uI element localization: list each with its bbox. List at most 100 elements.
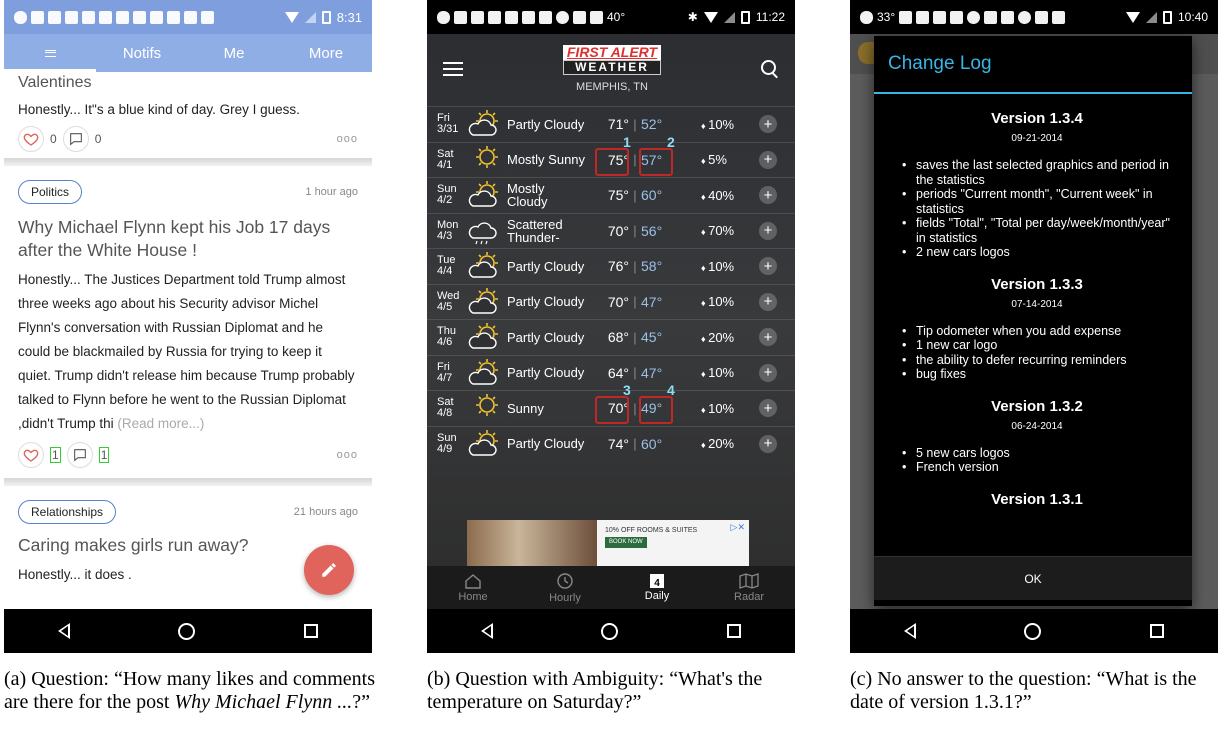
like-button[interactable] xyxy=(18,126,44,152)
post-title[interactable]: Caring makes girls run away? xyxy=(18,534,358,557)
category-tag[interactable]: Relationships xyxy=(18,500,117,524)
forecast-day: Sat 4/1 xyxy=(427,148,463,171)
comment-button[interactable] xyxy=(62,126,89,152)
home-circle-icon[interactable] xyxy=(1024,622,1042,640)
forecast-row[interactable]: Thu 4/6 Partly Cloudy 68° | 45° ♦ 20% + xyxy=(427,319,795,355)
expand-plus-icon[interactable]: + xyxy=(759,363,777,382)
forecast-precip: ♦ 10% xyxy=(681,259,741,274)
tab-me[interactable]: Me xyxy=(188,45,280,62)
forecast-icon-cell xyxy=(463,287,507,317)
post-title[interactable]: Valentines xyxy=(18,74,358,92)
forecast-row[interactable]: Sun 4/9 Partly Cloudy 74° | 60° ♦ 20% + xyxy=(427,425,795,462)
highlight-number: 2 xyxy=(667,133,675,150)
category-tag[interactable]: Politics xyxy=(18,180,83,204)
expand-plus-icon[interactable]: + xyxy=(759,257,777,276)
forecast-row[interactable]: Wed 4/5 Partly Cloudy 70° | 47° ♦ 10% + xyxy=(427,283,795,320)
calendar-icon: 4 xyxy=(650,573,664,589)
tab-hourly[interactable]: Hourly xyxy=(519,566,611,609)
status-time: 11:22 xyxy=(755,10,785,24)
home-circle-icon[interactable] xyxy=(178,622,196,640)
back-icon[interactable] xyxy=(58,623,71,639)
ad-banner[interactable]: 10% OFF ROOMS & SUITES BOOK NOW ▷✕ xyxy=(467,520,749,566)
partly-cloudy-icon xyxy=(468,323,498,349)
version-heading: Version 1.3.1 xyxy=(991,490,1083,508)
ok-button[interactable]: OK xyxy=(874,556,1192,600)
ad-book-button[interactable]: BOOK NOW xyxy=(605,537,647,548)
expand-plus-icon[interactable]: + xyxy=(759,150,777,169)
changelog-content[interactable]: Version 1.3.4 09-21-2014 saves the last se… xyxy=(874,94,1192,556)
forecast-row[interactable]: Sun 4/2 Mostly Cloudy 75° | 60° ♦ 40% + xyxy=(427,177,795,213)
forecast-day: Sun 4/9 xyxy=(427,432,463,455)
forecast-row[interactable]: Fri 3/31 Partly Cloudy 71° | 52° ♦ 10% + xyxy=(427,106,795,142)
like-count: 1 xyxy=(50,447,61,463)
like-button[interactable] xyxy=(18,442,44,468)
expand-plus-icon[interactable]: + xyxy=(759,115,777,134)
storm-icon xyxy=(468,222,497,244)
home-circle-icon[interactable] xyxy=(601,622,619,640)
expand-plus-icon[interactable]: + xyxy=(759,328,777,347)
forecast-row[interactable]: Sat 4/1 Mostly Sunny 75° | 57° ♦ 5% +1 2 xyxy=(427,134,795,178)
forecast-condition: Partly Cloudy xyxy=(507,258,585,274)
status-time: 10:40 xyxy=(1177,10,1208,24)
home-icon xyxy=(465,573,481,589)
forecast-day: Tue 4/4 xyxy=(427,255,463,277)
read-more-link[interactable]: (Read more...) xyxy=(117,416,204,431)
more-options-icon[interactable]: ooo xyxy=(337,133,358,145)
tab-home[interactable]: Home xyxy=(427,566,519,609)
tab-notifs[interactable]: Notifs xyxy=(96,45,188,62)
forecast-row[interactable]: Fri 4/7 Partly Cloudy 64° | 47° ♦ 10% + xyxy=(427,354,795,391)
forecast-row[interactable]: Sat 4/8 Sunny 70° | 49° ♦ 10% +3 4 xyxy=(427,382,795,426)
expand-plus-icon[interactable]: + xyxy=(759,292,777,311)
forecast-condition: Sunny xyxy=(507,400,544,416)
post-card[interactable]: Politics 1 hour ago Why Michael Flynn ke… xyxy=(4,178,372,472)
forecast-row[interactable]: Mon 4/3 Scattered Thunder- 70° | 56° ♦ 70% + xyxy=(427,212,795,249)
post-body: Honestly... The Justices Department told… xyxy=(18,268,358,436)
back-icon[interactable] xyxy=(904,623,917,639)
changelog-dialog: Change Log Version 1.3.4 09-21-2014 saves … xyxy=(874,36,1192,606)
hamburger-menu-icon[interactable] xyxy=(443,62,463,76)
post-title[interactable]: Why Michael Flynn kept his Job 17 days a… xyxy=(18,216,358,262)
recents-icon[interactable] xyxy=(303,624,318,638)
status-bar: 8:31 xyxy=(4,0,372,34)
tab-daily[interactable]: 4 Daily xyxy=(611,566,703,609)
expand-plus-icon[interactable]: + xyxy=(759,434,777,453)
comment-button[interactable] xyxy=(66,442,93,468)
tab-radar[interactable]: Radar xyxy=(703,566,795,609)
forecast-row[interactable]: Tue 4/4 Partly Cloudy 76° | 58° ♦ 10% + xyxy=(427,248,795,284)
menu-tab[interactable] xyxy=(4,49,96,57)
partly-cloudy-icon xyxy=(468,181,498,207)
expand-plus-icon[interactable]: + xyxy=(759,221,777,240)
more-options-icon[interactable]: ooo xyxy=(337,449,358,461)
tab-more[interactable]: More xyxy=(280,45,372,62)
expand-plus-icon[interactable]: + xyxy=(759,399,777,418)
forecast-high: 64° xyxy=(607,364,629,381)
recents-icon[interactable] xyxy=(726,624,741,638)
expand-plus-icon[interactable]: + xyxy=(759,186,777,205)
search-icon[interactable] xyxy=(760,60,779,78)
highlight-number: 4 xyxy=(667,382,675,398)
logo-weather: WEATHER xyxy=(562,60,662,75)
city-label[interactable]: MEMPHIS, TN xyxy=(563,81,661,93)
recents-icon[interactable] xyxy=(1149,624,1164,638)
highlight-box-low: 4 xyxy=(639,382,675,424)
change-item: 5 new cars logos xyxy=(902,446,1172,461)
bluetooth-icon: ✱ xyxy=(687,10,698,24)
change-item: periods "Current month", "Current week" … xyxy=(902,187,1172,216)
precip-value: 10% xyxy=(708,365,735,381)
back-icon[interactable] xyxy=(481,623,494,639)
version-date: 07-14-2014 xyxy=(1011,298,1063,310)
highlight-box-high: 3 xyxy=(595,382,631,424)
compose-button[interactable] xyxy=(304,545,354,595)
post-card[interactable]: Valentines Honestly... It"s a blue kind … xyxy=(4,74,372,156)
caption-a: (a) Question: “How many likes and commen… xyxy=(4,668,376,714)
battery-icon xyxy=(321,10,331,24)
version-heading: Version 1.3.2 xyxy=(991,397,1083,415)
precip-value: 5% xyxy=(708,152,727,168)
forecast-day: Sat 4/8 xyxy=(427,397,463,419)
ad-close-icon[interactable]: ▷✕ xyxy=(731,522,745,533)
caption-a-end: ?” xyxy=(352,691,370,713)
sunny-icon xyxy=(476,145,498,168)
caption-b: (b) Question with Ambiguity: “What's the… xyxy=(427,668,763,713)
comment-count: 0 xyxy=(94,132,102,146)
forecast-low: 60° xyxy=(641,187,663,204)
